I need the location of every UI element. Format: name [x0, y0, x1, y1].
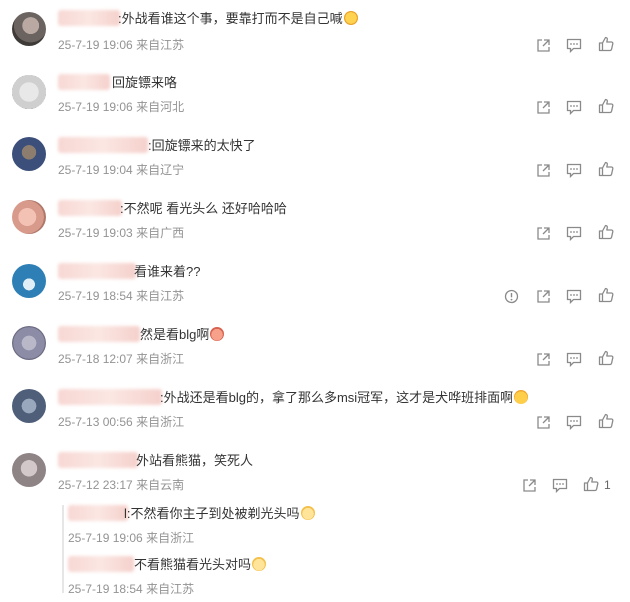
comment-location: 来自河北: [136, 100, 185, 114]
comment-text: :回旋镖来的太快了: [148, 138, 256, 153]
reply-location: 来自浙江: [146, 531, 195, 545]
share-icon[interactable]: [534, 351, 552, 367]
reply-meta: 25-7-19 18:54 来自江苏: [68, 581, 194, 597]
comment-text: 然是看blg啊: [140, 326, 225, 344]
comment-location: 来自浙江: [136, 415, 185, 429]
avatar[interactable]: [12, 326, 46, 360]
username-blurred[interactable]: [58, 326, 140, 342]
comment-date: 25-7-19 18:54: [58, 289, 133, 303]
username-blurred[interactable]: [58, 263, 136, 279]
username-blurred[interactable]: [58, 452, 138, 468]
thumbs-up-icon[interactable]: [597, 98, 615, 114]
avatar[interactable]: [12, 12, 46, 46]
reply-date: 25-7-19 18:54: [68, 582, 143, 596]
comment-meta: 25-7-19 19:04 来自辽宁: [58, 162, 184, 178]
thumbs-up-icon[interactable]: [597, 36, 615, 52]
comment-meta: 25-7-19 19:06 来自江苏: [58, 37, 184, 53]
share-icon[interactable]: [534, 99, 552, 115]
report-icon[interactable]: [502, 288, 520, 304]
comment-icon[interactable]: [565, 225, 583, 241]
comment-icon[interactable]: [551, 477, 569, 493]
comment-meta: 25-7-19 18:54 来自江苏: [58, 288, 184, 304]
avatar[interactable]: [12, 453, 46, 487]
username-blurred[interactable]: [58, 74, 110, 90]
username-blurred[interactable]: [58, 10, 120, 26]
share-icon[interactable]: [534, 414, 552, 430]
comment-icon[interactable]: [565, 99, 583, 115]
comment-meta: 25-7-19 19:03 来自广西: [58, 225, 184, 241]
username-blurred[interactable]: [58, 200, 122, 216]
comment-location: 来自云南: [136, 478, 185, 492]
comment-text: :不然呢 看光头么 还好哈哈哈: [120, 201, 287, 216]
cat-emoji-icon: [252, 557, 267, 571]
share-icon[interactable]: [534, 288, 552, 304]
comment-meta: 25-7-18 12:07 来自浙江: [58, 351, 184, 367]
reply-text: l:不然看你主子到处被剃光头吗: [124, 505, 315, 523]
avatar[interactable]: [12, 389, 46, 423]
comment-date: 25-7-19 19:03: [58, 226, 133, 240]
like-count: 1: [604, 478, 611, 492]
comment-location: 来自浙江: [136, 352, 185, 366]
reply-text: 不看熊猫看光头对吗: [134, 556, 267, 574]
cry-laugh-emoji-icon: [343, 11, 358, 25]
share-icon[interactable]: [534, 225, 552, 241]
share-icon[interactable]: [534, 37, 552, 53]
comment-text: 回旋镖来咯: [112, 75, 178, 90]
comment-date: 25-7-12 23:17: [58, 478, 133, 492]
thumbs-up-icon[interactable]: [597, 224, 615, 240]
avatar[interactable]: [12, 137, 46, 171]
thumbs-up-icon[interactable]: [597, 161, 615, 177]
username-blurred[interactable]: [68, 556, 134, 572]
reply-location: 来自江苏: [146, 582, 195, 596]
thumbs-up-icon[interactable]: [582, 476, 600, 492]
comment-icon[interactable]: [565, 37, 583, 53]
reply-meta: 25-7-19 19:06 来自浙江: [68, 530, 194, 546]
comment-text: :外战还是看blg的，拿了那么多msi冠军，这才是犬哗班排面啊: [160, 389, 529, 407]
thumbs-up-icon[interactable]: [597, 287, 615, 303]
username-blurred[interactable]: [68, 505, 128, 521]
username-blurred[interactable]: [58, 389, 162, 405]
thumbs-up-icon[interactable]: [597, 350, 615, 366]
comment-date: 25-7-13 00:56: [58, 415, 133, 429]
pig-emoji-icon: [210, 327, 225, 341]
comment-icon[interactable]: [565, 351, 583, 367]
comment-date: 25-7-19 19:04: [58, 163, 133, 177]
comment-text: 看谁来着??: [134, 264, 201, 279]
username-blurred[interactable]: [58, 137, 148, 153]
share-icon[interactable]: [520, 477, 538, 493]
comment-meta: 25-7-12 23:17 来自云南: [58, 477, 184, 493]
comment-icon[interactable]: [565, 162, 583, 178]
comment-text: :外战看谁这个事，要靠打而不是自己喊: [118, 10, 358, 28]
share-icon[interactable]: [534, 162, 552, 178]
comment-date: 25-7-19 19:06: [58, 100, 133, 114]
laugh-emoji-icon: [514, 390, 529, 404]
avatar[interactable]: [12, 264, 46, 298]
comment-location: 来自广西: [136, 226, 185, 240]
comment-meta: 25-7-19 19:06 来自河北: [58, 99, 184, 115]
comment-meta: 25-7-13 00:56 来自浙江: [58, 414, 184, 430]
comment-date: 25-7-19 19:06: [58, 38, 133, 52]
comment-location: 来自江苏: [136, 289, 185, 303]
comment-text: 外站看熊猫，笑死人: [136, 453, 254, 468]
thumbs-up-icon[interactable]: [597, 413, 615, 429]
avatar[interactable]: [12, 200, 46, 234]
reply-thread-bar: [62, 505, 64, 593]
cat-emoji-icon: [300, 506, 315, 520]
comment-icon[interactable]: [565, 288, 583, 304]
comment-icon[interactable]: [565, 414, 583, 430]
comment-location: 来自辽宁: [136, 163, 185, 177]
reply-date: 25-7-19 19:06: [68, 531, 143, 545]
comment-date: 25-7-18 12:07: [58, 352, 133, 366]
avatar[interactable]: [12, 75, 46, 109]
comment-location: 来自江苏: [136, 38, 185, 52]
